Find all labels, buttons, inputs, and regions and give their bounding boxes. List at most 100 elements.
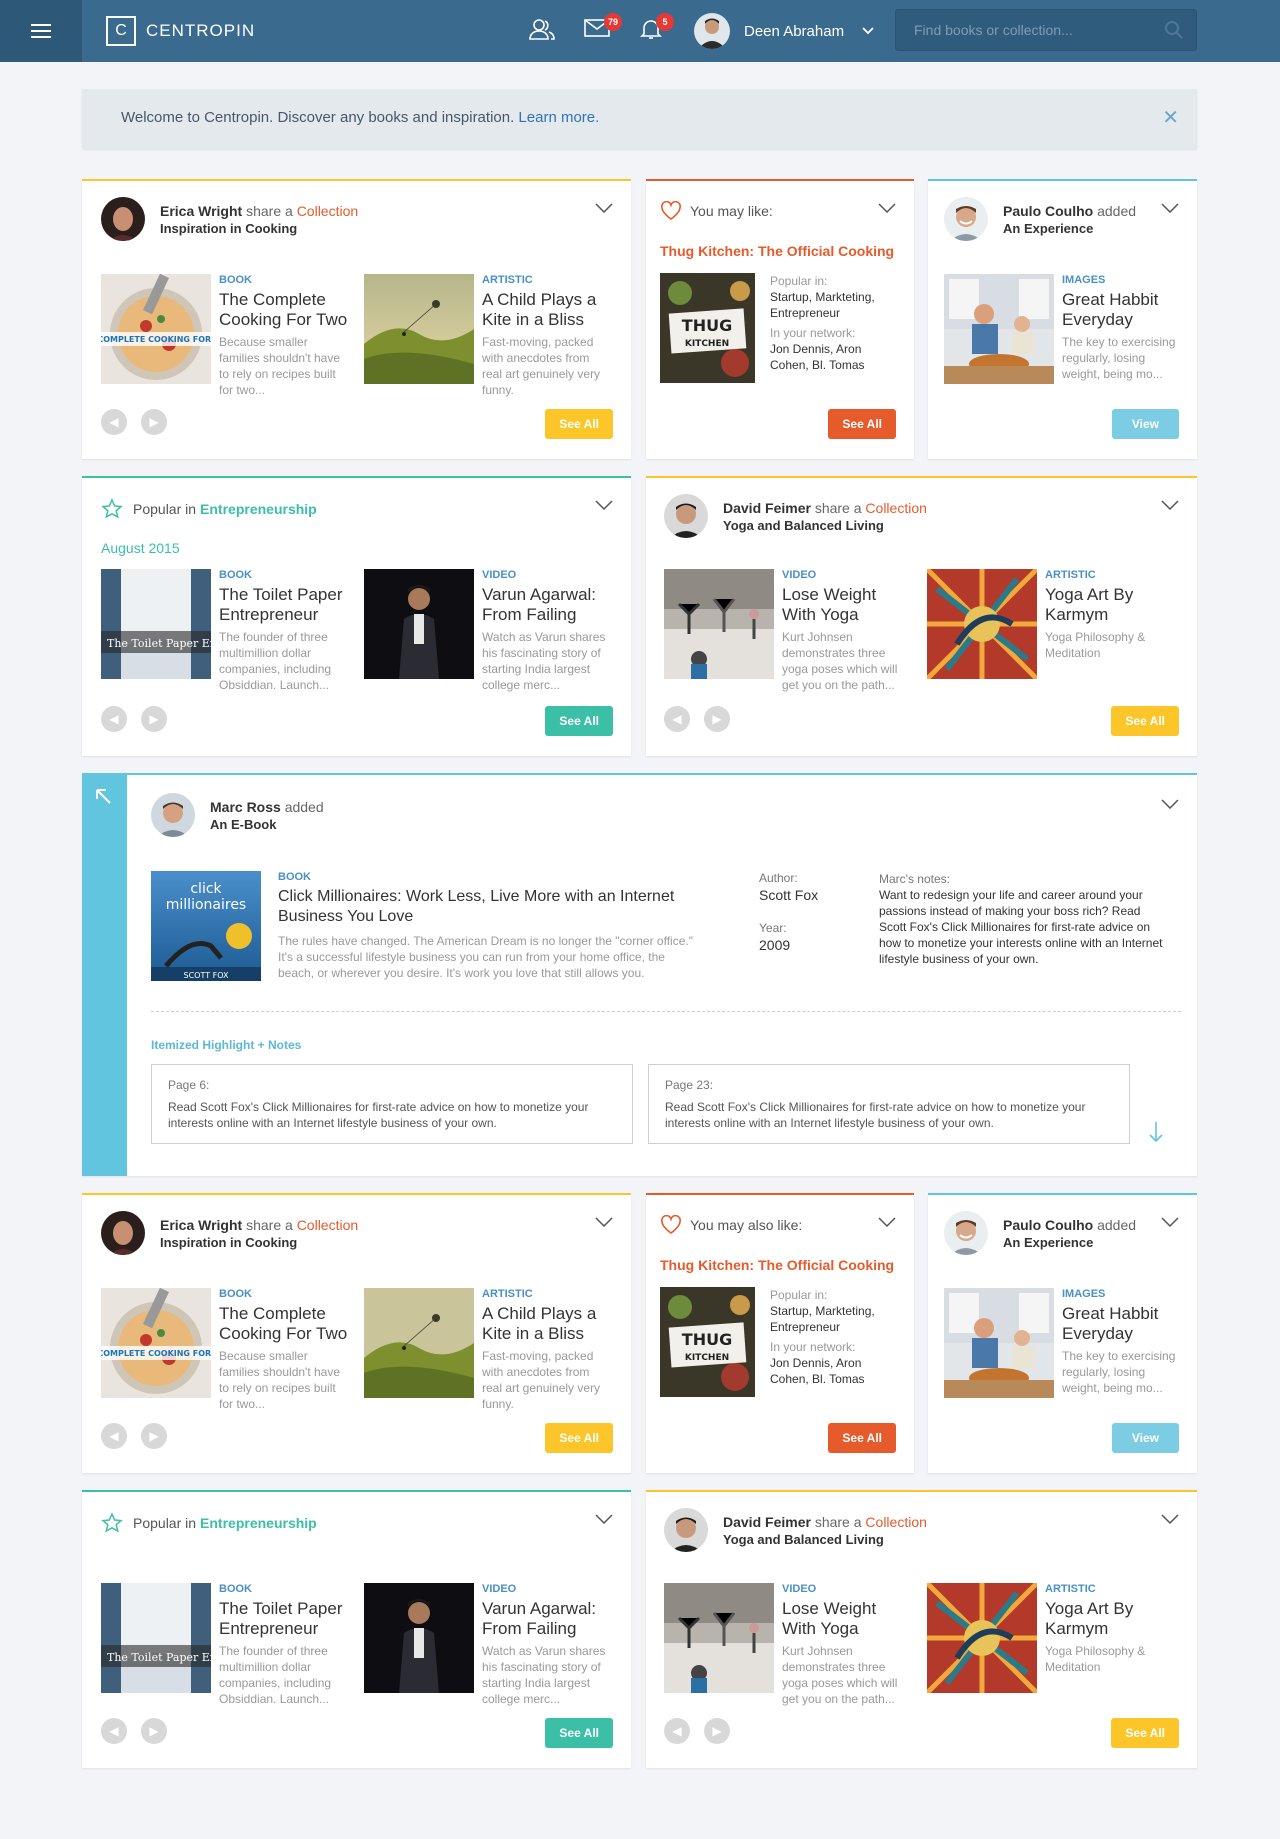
chevron-down-icon[interactable] bbox=[878, 203, 896, 213]
list-item[interactable]: ARTISTIC Yoga Art By Karmym Yoga Philosoph… bbox=[927, 1583, 1175, 1693]
item-title[interactable]: Yoga Art By Karmym bbox=[1045, 585, 1175, 625]
item-title[interactable]: Varun Agarwal: From Failing bbox=[482, 585, 612, 625]
author-name[interactable]: Erica Wright bbox=[160, 203, 242, 219]
experience-title[interactable]: An Experience bbox=[1003, 1235, 1136, 1250]
item-title[interactable]: Lose Weight With Yoga bbox=[782, 1599, 912, 1639]
view-button[interactable]: View bbox=[1111, 1423, 1179, 1453]
highlight-note[interactable]: Page 23: Read Scott Fox's Click Milliona… bbox=[648, 1064, 1130, 1144]
collection-link[interactable]: Collection bbox=[865, 1514, 926, 1530]
collection-link[interactable]: Collection bbox=[297, 1217, 358, 1233]
next-arrow-icon[interactable]: ▶ bbox=[141, 1718, 167, 1744]
next-arrow-icon[interactable]: ▶ bbox=[704, 706, 730, 732]
list-item[interactable]: THE COMPLETE COOKING FOR TWO BOOK The Com… bbox=[101, 1288, 349, 1412]
recommended-title[interactable]: Thug Kitchen: The Official Cooking bbox=[660, 243, 894, 259]
item-title[interactable]: Lose Weight With Yoga bbox=[782, 585, 912, 625]
chevron-down-icon[interactable] bbox=[1161, 1514, 1179, 1524]
search-icon[interactable] bbox=[1164, 20, 1184, 40]
item-title[interactable]: The Toilet Paper Entrepreneur bbox=[219, 1599, 349, 1639]
see-all-button[interactable]: See All bbox=[545, 706, 613, 736]
thug-kitchen-cover[interactable]: THUG KITCHEN bbox=[660, 1287, 755, 1397]
logo[interactable]: C CENTROPIN bbox=[106, 16, 255, 46]
chevron-down-icon[interactable] bbox=[595, 203, 613, 213]
prev-arrow-icon[interactable]: ◀ bbox=[101, 1423, 127, 1449]
bell-icon[interactable]: 5 bbox=[640, 13, 674, 45]
category-link[interactable]: Entrepreneurship bbox=[200, 1515, 317, 1531]
collection-link[interactable]: Collection bbox=[865, 500, 926, 516]
chevron-down-icon[interactable] bbox=[1161, 203, 1179, 213]
item-title[interactable]: Great Habbit Everyday bbox=[1062, 290, 1184, 330]
chevron-down-icon[interactable] bbox=[1161, 799, 1179, 809]
see-all-button[interactable]: See All bbox=[545, 1718, 613, 1748]
list-item[interactable]: ARTISTIC Yoga Art By Karmym Yoga Philosoph… bbox=[927, 569, 1175, 679]
recommended-title[interactable]: Thug Kitchen: The Official Cooking bbox=[660, 1257, 894, 1273]
item-title[interactable]: Yoga Art By Karmym bbox=[1045, 1599, 1175, 1639]
chevron-down-icon[interactable] bbox=[878, 1217, 896, 1227]
next-arrow-icon[interactable]: ▶ bbox=[704, 1718, 730, 1744]
star-icon[interactable] bbox=[101, 1512, 123, 1534]
close-icon[interactable]: ✕ bbox=[1162, 108, 1179, 128]
item-title[interactable]: The Toilet Paper Entrepreneur bbox=[219, 585, 349, 625]
see-all-button[interactable]: See All bbox=[1111, 706, 1179, 736]
list-item[interactable]: The Toilet Paper Entrepreneur BOOK The To… bbox=[101, 1583, 349, 1707]
prev-arrow-icon[interactable]: ◀ bbox=[101, 706, 127, 732]
author-name[interactable]: Marc Ross bbox=[210, 799, 281, 815]
see-all-button[interactable]: See All bbox=[828, 409, 896, 439]
view-button[interactable]: View bbox=[1111, 409, 1179, 439]
list-item[interactable]: VIDEO Varun Agarwal: From Failing Watch as… bbox=[364, 569, 612, 693]
list-item[interactable]: VIDEO Varun Agarwal: From Failing Watch as… bbox=[364, 1583, 612, 1707]
people-icon[interactable] bbox=[528, 18, 556, 45]
prev-arrow-icon[interactable]: ◀ bbox=[101, 1718, 127, 1744]
author-name[interactable]: Paulo Coulho bbox=[1003, 1217, 1093, 1233]
prev-arrow-icon[interactable]: ◀ bbox=[664, 1718, 690, 1744]
ebook-cover[interactable]: click millionaires SCOTT FOX bbox=[151, 871, 261, 981]
item-title[interactable]: Varun Agarwal: From Failing bbox=[482, 1599, 612, 1639]
see-all-button[interactable]: See All bbox=[1111, 1718, 1179, 1748]
collapse-arrow-icon[interactable] bbox=[94, 787, 114, 807]
next-arrow-icon[interactable]: ▶ bbox=[141, 409, 167, 435]
chevron-down-icon[interactable] bbox=[1161, 500, 1179, 510]
chevron-down-icon[interactable] bbox=[1161, 1217, 1179, 1227]
item-title[interactable]: Great Habbit Everyday bbox=[1062, 1304, 1184, 1344]
collection-title[interactable]: Yoga and Balanced Living bbox=[723, 518, 927, 533]
author-name[interactable]: David Feimer bbox=[723, 500, 811, 516]
collection-link[interactable]: Collection bbox=[297, 203, 358, 219]
author-name[interactable]: David Feimer bbox=[723, 1514, 811, 1530]
ebook-title[interactable]: Click Millionaires: Work Less, Live More… bbox=[278, 887, 698, 927]
next-arrow-icon[interactable]: ▶ bbox=[141, 706, 167, 732]
item-title[interactable]: The Complete Cooking For Two bbox=[219, 1304, 349, 1344]
list-item[interactable]: ARTISTIC A Child Plays a Kite in a Bliss F… bbox=[364, 1288, 612, 1412]
highlight-note[interactable]: Page 6: Read Scott Fox's Click Millionai… bbox=[151, 1064, 633, 1144]
chevron-down-icon[interactable] bbox=[595, 500, 613, 510]
collection-title[interactable]: Inspiration in Cooking bbox=[160, 221, 358, 236]
list-item[interactable]: IMAGES Great Habbit Everyday The key to ex… bbox=[944, 1288, 1184, 1398]
list-item[interactable]: THE COMPLETE COOKING FOR TWO BOOK The Com… bbox=[101, 274, 349, 398]
chevron-down-icon[interactable] bbox=[595, 1514, 613, 1524]
list-item[interactable]: VIDEO Lose Weight With Yoga Kurt Johnsen d… bbox=[664, 569, 912, 693]
heart-icon[interactable] bbox=[660, 1215, 682, 1235]
list-item[interactable]: The Toilet Paper Entrepreneur BOOK The To… bbox=[101, 569, 349, 693]
prev-arrow-icon[interactable]: ◀ bbox=[101, 409, 127, 435]
collection-title[interactable]: Inspiration in Cooking bbox=[160, 1235, 358, 1250]
see-all-button[interactable]: See All bbox=[545, 409, 613, 439]
user-menu[interactable]: Deen Abraham bbox=[694, 13, 874, 49]
list-item[interactable]: VIDEO Lose Weight With Yoga Kurt Johnsen d… bbox=[664, 1583, 912, 1707]
author-name[interactable]: Erica Wright bbox=[160, 1217, 242, 1233]
experience-title[interactable]: An Experience bbox=[1003, 221, 1136, 236]
list-item[interactable]: IMAGES Great Habbit Everyday The key to ex… bbox=[944, 274, 1184, 384]
star-icon[interactable] bbox=[101, 498, 123, 520]
chevron-down-icon[interactable] bbox=[595, 1217, 613, 1227]
prev-arrow-icon[interactable]: ◀ bbox=[664, 706, 690, 732]
learn-more-link[interactable]: Learn more. bbox=[518, 109, 599, 126]
arrow-down-icon[interactable] bbox=[1149, 1121, 1163, 1143]
next-arrow-icon[interactable]: ▶ bbox=[141, 1423, 167, 1449]
heart-icon[interactable] bbox=[660, 201, 682, 221]
menu-button[interactable] bbox=[0, 0, 82, 62]
item-title[interactable]: A Child Plays a Kite in a Bliss bbox=[482, 1304, 612, 1344]
search-input[interactable] bbox=[896, 10, 1146, 50]
category-link[interactable]: Entrepreneurship bbox=[200, 501, 317, 517]
item-title[interactable]: The Complete Cooking For Two bbox=[219, 290, 349, 330]
item-title[interactable]: A Child Plays a Kite in a Bliss bbox=[482, 290, 612, 330]
mail-icon[interactable]: 79 bbox=[584, 13, 622, 43]
see-all-button[interactable]: See All bbox=[545, 1423, 613, 1453]
list-item[interactable]: ARTISTIC A Child Plays a Kite in a Bliss F… bbox=[364, 274, 612, 398]
